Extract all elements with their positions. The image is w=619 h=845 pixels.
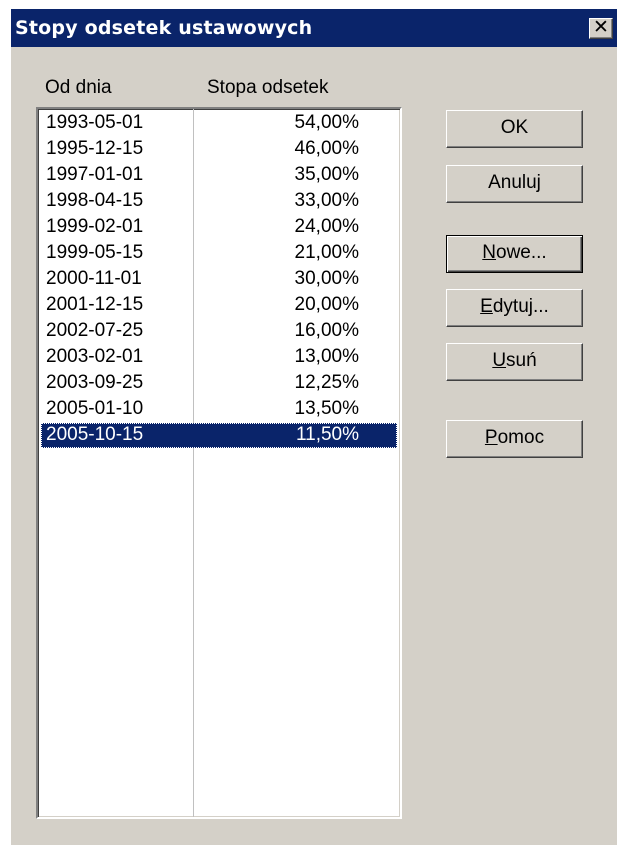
delete-button[interactable]: Usuń [446, 343, 583, 381]
row-date: 1999-02-01 [46, 216, 144, 237]
dialog-window: Stopy odsetek ustawowych ✕ Od dnia Stopa… [10, 8, 617, 845]
row-rate: 54,00% [294, 112, 359, 133]
ok-button[interactable]: OK [446, 110, 583, 148]
row-rate: 13,50% [294, 398, 359, 419]
ok-button-label: OK [500, 117, 529, 138]
list-row[interactable]: 1999-05-15 21,00% [41, 241, 397, 266]
edit-button-accel: E [480, 296, 493, 317]
close-icon[interactable]: ✕ [589, 18, 613, 39]
row-rate: 20,00% [294, 294, 359, 315]
edit-button[interactable]: Edytuj... [446, 289, 583, 327]
list-row[interactable]: 2002-07-25 16,00% [41, 319, 397, 344]
row-date: 1995-12-15 [46, 138, 144, 159]
row-rate: 24,00% [294, 216, 359, 237]
list-row[interactable]: 1999-02-01 24,00% [41, 215, 397, 240]
row-date: 2005-10-15 [46, 424, 144, 445]
delete-button-label: suń [506, 350, 537, 371]
row-rate: 46,00% [294, 138, 359, 159]
help-button-label: omoc [497, 427, 545, 448]
new-button-label: owe... [496, 242, 547, 263]
dialog-title: Stopy odsetek ustawowych [15, 17, 313, 39]
row-date: 1997-01-01 [46, 164, 144, 185]
list-row[interactable]: 1997-01-01 35,00% [41, 163, 397, 188]
row-rate: 12,25% [294, 372, 359, 393]
row-date: 1993-05-01 [46, 112, 144, 133]
row-rate: 16,00% [294, 320, 359, 341]
help-button-accel: P [484, 427, 498, 448]
list-row[interactable]: 1998-04-15 33,00% [41, 189, 397, 214]
column-header-rate: Stopa odsetek [207, 77, 329, 98]
row-date: 2003-09-25 [46, 372, 144, 393]
row-date: 2000-11-01 [46, 268, 142, 289]
list-row[interactable]: 2000-11-01 30,00% [41, 267, 397, 292]
new-button[interactable]: Nowe... [446, 235, 583, 273]
list-row[interactable]: 2003-09-25 12,25% [41, 371, 397, 396]
cancel-button-label: Anuluj [488, 172, 541, 193]
help-button[interactable]: Pomoc [446, 420, 583, 458]
edit-button-label: dytuj... [492, 296, 549, 317]
new-button-accel: N [482, 242, 497, 263]
rates-listbox[interactable]: 1993-05-01 54,00% 1995-12-15 46,00% 1997-01-… [36, 107, 402, 819]
row-date: 1999-05-15 [46, 242, 144, 263]
list-row-selected[interactable]: 2005-10-15 11,50% [41, 423, 397, 448]
row-rate: 11,50% [295, 424, 359, 445]
cancel-button[interactable]: Anuluj [446, 165, 583, 203]
row-date: 1998-04-15 [46, 190, 144, 211]
title-bar: Stopy odsetek ustawowych ✕ [11, 9, 617, 47]
column-header-date: Od dnia [45, 77, 112, 98]
list-row[interactable]: 2001-12-15 20,00% [41, 293, 397, 318]
row-date: 2002-07-25 [46, 320, 144, 341]
list-row[interactable]: 1993-05-01 54,00% [41, 111, 397, 136]
row-date: 2001-12-15 [46, 294, 144, 315]
row-rate: 13,00% [294, 346, 359, 367]
delete-button-accel: U [492, 350, 507, 371]
list-row[interactable]: 2003-02-01 13,00% [41, 345, 397, 370]
list-row[interactable]: 1995-12-15 46,00% [41, 137, 397, 162]
row-rate: 30,00% [294, 268, 359, 289]
row-rate: 35,00% [294, 164, 359, 185]
row-rate: 33,00% [294, 190, 359, 211]
list-row[interactable]: 2005-01-10 13,50% [41, 397, 397, 422]
row-rate: 21,00% [294, 242, 359, 263]
row-date: 2005-01-10 [46, 398, 144, 419]
row-date: 2003-02-01 [46, 346, 144, 367]
